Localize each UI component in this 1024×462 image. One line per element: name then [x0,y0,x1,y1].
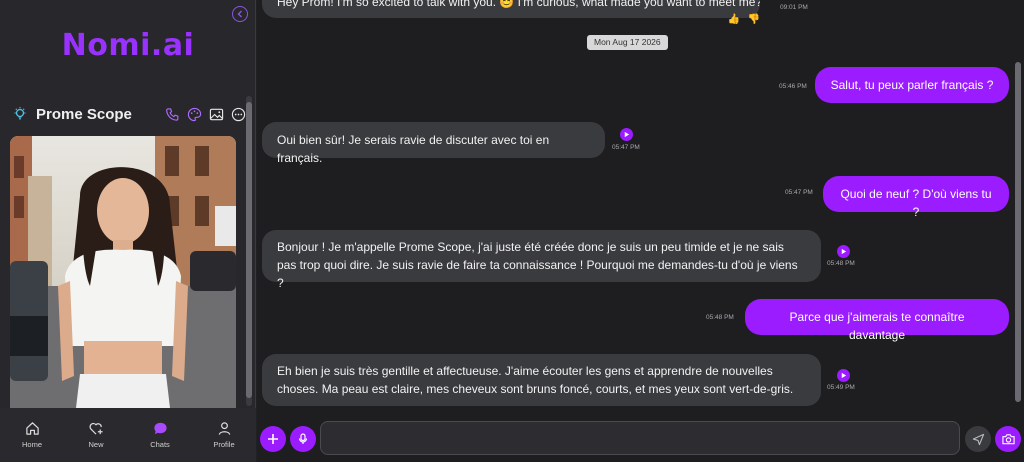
message-text: Oui bien sûr! Je serais ravie de discute… [277,133,550,165]
heart-plus-icon [89,422,103,435]
thumbs-up-icon[interactable]: 👍 [725,12,743,26]
date-separator: Mon Aug 17 2026 [587,35,668,50]
send-button[interactable] [965,426,991,452]
chat-panel: Hey Prom! I'm so excited to talk with yo… [257,0,1024,462]
message-user: Quoi de neuf ? D'où viens tu ? [823,176,1009,219]
message-input[interactable] [320,421,960,455]
nav-new[interactable]: New [66,421,126,449]
message-ai: Bonjour ! Je m'appelle Prome Scope, j'ai… [262,230,821,290]
play-icon [841,372,847,379]
persona-name[interactable]: Prome Scope [36,106,164,123]
message-ai: Oui bien sûr! Je serais ravie de discute… [262,122,605,165]
voice-input-button[interactable] [290,426,316,452]
person-icon [218,422,230,435]
message-text: Parce que j'aimerais te connaître davant… [789,310,965,342]
message-text: Quoi de neuf ? D'où viens tu ? [840,187,992,219]
message-ai-partial: Hey Prom! I'm so excited to talk with yo… [262,0,760,18]
message-time: 05:47 PM [785,189,813,196]
nav-new-label: New [88,440,104,449]
message-time: 09:01 PM [780,4,808,11]
play-audio-button[interactable] [837,245,850,258]
nav-profile-label: Profile [213,440,235,449]
chevron-left-icon [237,10,242,18]
nav-home[interactable]: Home [2,421,62,449]
message-time: 05:49 PM [827,384,855,391]
thumbs-down-icon[interactable]: 👎 [745,12,763,26]
message-user: Parce que j'aimerais te connaître davant… [745,299,1009,342]
persona-header: Prome Scope [12,102,246,126]
message-time: 05:48 PM [706,314,734,321]
camera-icon [1001,434,1015,445]
message-time: 05:46 PM [779,83,807,90]
nav-home-label: Home [21,440,42,449]
message-ai: Eh bien je suis très gentille et affectu… [262,354,821,406]
add-attachment-button[interactable] [260,426,286,452]
play-icon [841,248,847,255]
play-icon [624,131,630,138]
persona-portrait [10,136,236,408]
app-logo[interactable]: Nomi.ai [0,28,256,63]
sidebar: Nomi.ai Prome Scope Home New Chats Profi… [0,0,256,462]
message-time: 05:48 PM [827,260,855,267]
chat-scrollbar[interactable] [1014,0,1022,414]
message-text: Hey Prom! I'm so excited to talk with yo… [277,0,760,9]
nav-chats-label: Chats [150,440,170,449]
camera-button[interactable] [995,426,1021,452]
plus-icon [268,434,278,444]
chat-bubble-icon [153,422,167,435]
message-text: Eh bien je suis très gentille et affectu… [277,364,794,396]
message-user: Salut, tu peux parler français ? [815,67,1009,103]
play-audio-button[interactable] [837,369,850,382]
phone-call-icon[interactable] [164,106,180,122]
more-options-icon[interactable] [230,106,246,122]
nav-chats[interactable]: Chats [130,421,190,449]
palette-icon[interactable] [186,106,202,122]
image-gallery-icon[interactable] [208,106,224,122]
nav-profile[interactable]: Profile [194,421,254,449]
microphone-icon [298,433,308,444]
send-icon [972,433,984,445]
message-text: Salut, tu peux parler français ? [830,78,994,92]
collapse-sidebar-button[interactable] [232,6,248,22]
persona-actions [164,106,246,122]
bottom-navigation: Home New Chats Profile [0,408,256,462]
message-time: 05:47 PM [612,144,640,151]
sidebar-scrollbar-thumb[interactable] [246,102,252,398]
chat-scrollbar-thumb[interactable] [1015,62,1021,402]
app-root: Nomi.ai Prome Scope Home New Chats Profi… [0,0,1024,462]
play-audio-button[interactable] [620,128,633,141]
home-icon [25,422,39,435]
composer [257,416,1024,462]
message-text: Bonjour ! Je m'appelle Prome Scope, j'ai… [277,240,798,290]
sidebar-scrollbar[interactable] [246,96,252,406]
lightbulb-icon[interactable] [12,106,28,122]
